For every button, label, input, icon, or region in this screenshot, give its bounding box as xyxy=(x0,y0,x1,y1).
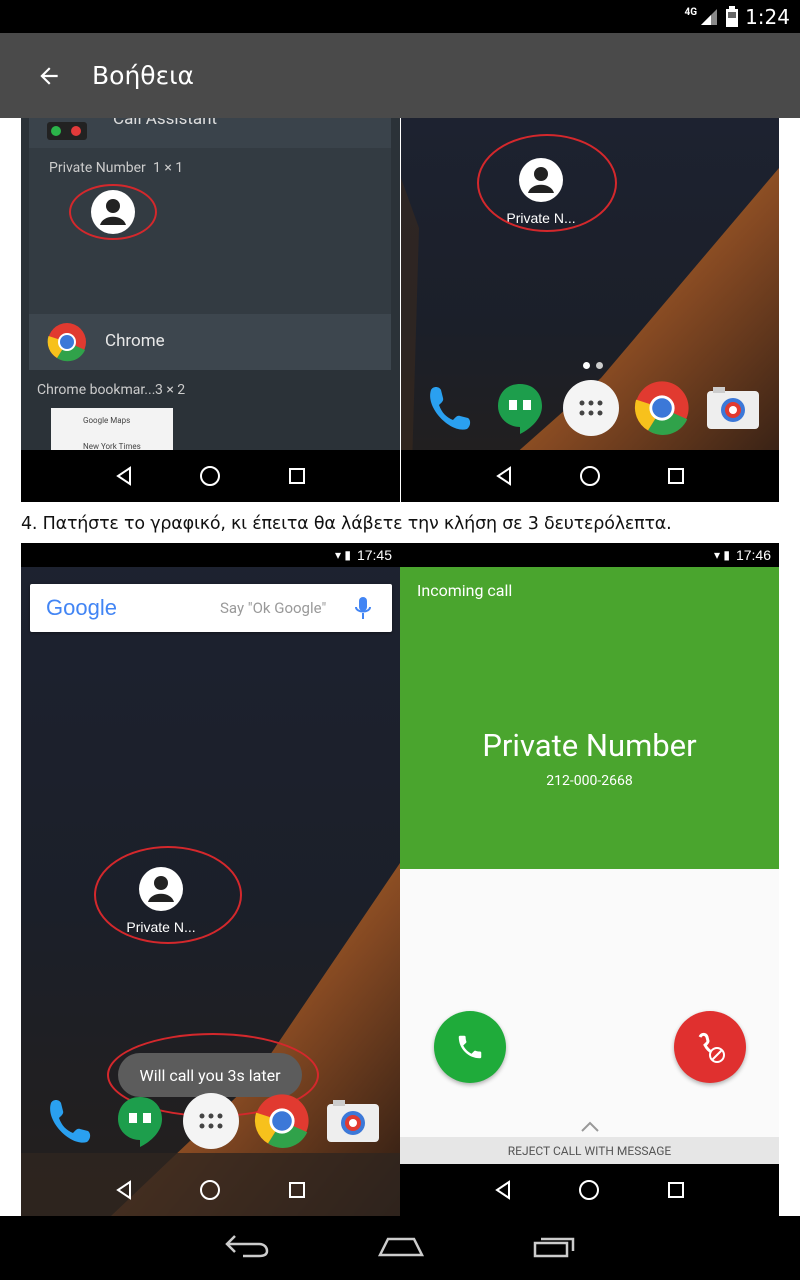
battery-icon xyxy=(726,5,739,27)
caller-name: Private Number xyxy=(482,727,697,764)
screenshot-widget-picker: Call Assistant Private Number 1 × 1 Chro… xyxy=(21,118,400,502)
mini-nav-bar xyxy=(21,450,400,502)
reject-with-message-label: REJECT CALL WITH MESSAGE xyxy=(507,1144,672,1158)
hangouts-app-icon[interactable] xyxy=(492,380,548,436)
phone-app-icon[interactable] xyxy=(421,380,477,436)
decline-call-button[interactable] xyxy=(674,1011,746,1083)
nav-back-icon xyxy=(495,1180,510,1200)
help-content[interactable]: Call Assistant Private Number 1 × 1 Chro… xyxy=(0,118,800,1216)
widget-name: Private Number xyxy=(49,160,146,176)
back-button[interactable] xyxy=(14,33,84,118)
page-title: Βοήθεια xyxy=(92,61,195,90)
mini-status-bar: ▾ ▮ 17:46 xyxy=(400,543,779,567)
chevron-up-icon xyxy=(581,1121,599,1132)
nav-recents-icon xyxy=(289,1182,306,1198)
chrome-bookmarks-size: 3 × 2 xyxy=(155,382,186,398)
caller-number: 212-000-2668 xyxy=(546,773,633,789)
incoming-call-label: Incoming call xyxy=(417,581,513,600)
mic-icon[interactable] xyxy=(355,596,371,620)
app-drawer-icon[interactable] xyxy=(563,380,619,436)
mini-nav-bar xyxy=(401,450,779,502)
google-logo: Google xyxy=(46,595,117,620)
chrome-app-icon[interactable] xyxy=(634,380,690,436)
signal-icon xyxy=(701,8,718,25)
screenshot-incoming-call: ▾ ▮ 17:46 Incoming call Private Number 2… xyxy=(400,543,779,1216)
nav-home-icon xyxy=(579,1180,600,1200)
google-search-bar[interactable]: Google Say "Ok Google" xyxy=(30,584,392,632)
system-back-button[interactable] xyxy=(223,1232,271,1264)
page-indicator xyxy=(583,354,603,373)
chrome-icon xyxy=(47,323,86,362)
screenshot-home-with-widget: Private N... xyxy=(401,118,779,502)
call-assistant-icon xyxy=(47,122,87,140)
nav-home-icon xyxy=(579,466,600,486)
widget-size: 1 × 1 xyxy=(153,160,184,176)
nav-back-icon xyxy=(495,466,511,486)
nav-recents-icon xyxy=(668,1182,685,1198)
home-dock xyxy=(421,378,761,438)
status-bar: 4G 1:24 xyxy=(0,0,800,33)
nav-recents-icon xyxy=(668,468,685,484)
search-hint: Say "Ok Google" xyxy=(220,599,327,617)
system-nav-bar xyxy=(0,1216,800,1280)
nav-recents-icon xyxy=(289,468,306,484)
app-bar: Βοήθεια xyxy=(0,33,800,118)
bookmark-item: Google Maps xyxy=(83,416,131,425)
back-icon xyxy=(224,1235,268,1258)
call-header: Incoming call Private Number 212-000-266… xyxy=(400,567,779,869)
phone-app-icon[interactable] xyxy=(41,1093,97,1149)
nav-back-icon xyxy=(116,1180,131,1200)
mini-nav-bar xyxy=(400,1164,779,1216)
mini-status-time: 17:46 xyxy=(735,547,771,563)
highlight-ellipse xyxy=(94,846,242,944)
arrow-back-icon xyxy=(40,66,58,85)
home-icon xyxy=(377,1237,425,1257)
chrome-bookmarks-name: Chrome bookmar... xyxy=(37,382,156,398)
call-assistant-label: Call Assistant xyxy=(113,118,218,129)
nav-home-icon xyxy=(200,466,221,486)
bookmarks-preview: Google Maps New York Times xyxy=(51,408,173,454)
system-recents-button[interactable] xyxy=(531,1233,577,1263)
mini-status-time: 17:45 xyxy=(356,547,392,563)
phone-icon xyxy=(458,1035,482,1059)
recents-icon xyxy=(534,1237,575,1258)
hangouts-app-icon[interactable] xyxy=(112,1093,168,1149)
highlight-ellipse xyxy=(477,134,617,232)
nav-home-icon xyxy=(200,1180,221,1200)
mini-status-bar: ▾ ▮ 17:45 xyxy=(21,543,400,567)
app-drawer-icon[interactable] xyxy=(183,1093,239,1149)
network-type: 4G xyxy=(684,7,698,18)
nav-back-icon xyxy=(116,466,131,486)
chrome-app-icon[interactable] xyxy=(254,1093,310,1149)
camera-app-icon[interactable] xyxy=(705,385,761,431)
screenshot-home-toast: ▾ ▮ 17:45 Google Say "Ok Google" Private… xyxy=(21,543,400,1216)
status-clock: 1:24 xyxy=(745,4,790,29)
step-caption: 4. Πατήστε το γραφικό, κι έπειτα θα λάβε… xyxy=(21,514,672,534)
camera-app-icon[interactable] xyxy=(325,1098,381,1144)
call-block-icon xyxy=(698,1032,725,1063)
answer-call-button[interactable] xyxy=(434,1011,506,1083)
chrome-label: Chrome xyxy=(105,331,165,351)
highlight-ellipse xyxy=(69,184,157,240)
reject-with-message-bar[interactable]: REJECT CALL WITH MESSAGE xyxy=(400,1137,779,1165)
home-dock xyxy=(41,1091,381,1151)
mini-nav-bar xyxy=(21,1164,400,1216)
system-home-button[interactable] xyxy=(376,1233,426,1263)
